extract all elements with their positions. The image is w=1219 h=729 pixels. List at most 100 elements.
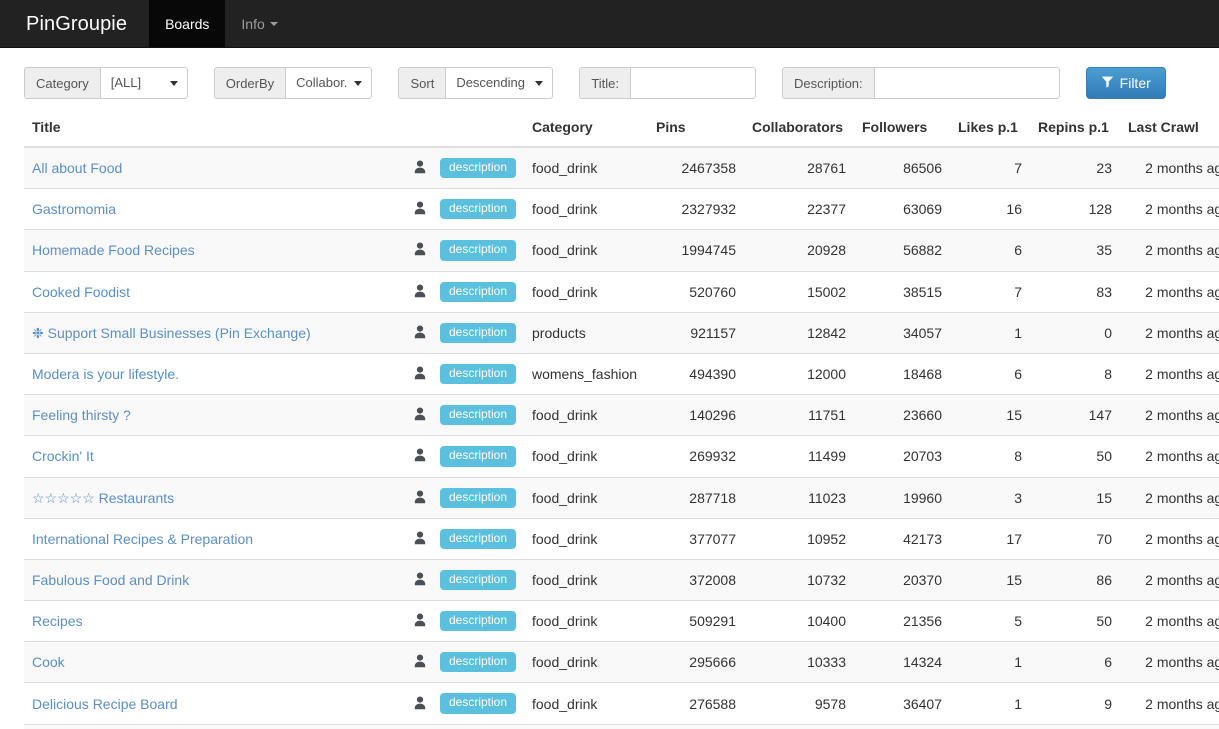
header-likes[interactable]: Likes p.1 bbox=[950, 109, 1030, 148]
icons-group: description bbox=[402, 446, 516, 467]
description-badge[interactable]: description bbox=[439, 405, 516, 426]
description-badge[interactable]: description bbox=[439, 611, 516, 632]
cell-category: other bbox=[524, 723, 648, 729]
description-search-input[interactable] bbox=[873, 67, 1060, 99]
board-title-link[interactable]: Homemade Food Recipes bbox=[32, 242, 195, 258]
cell-likes: 7 bbox=[950, 146, 1030, 189]
cell-pins: 1994745 bbox=[648, 229, 744, 272]
cell-likes: 1 bbox=[950, 682, 1030, 725]
cell-pins: 377077 bbox=[648, 517, 744, 560]
table-row: Fabulous Food and Drink description food_d… bbox=[24, 558, 1219, 601]
user-icon[interactable] bbox=[414, 613, 426, 629]
cell-collaborators: 12000 bbox=[744, 352, 854, 395]
nav-item-info[interactable]: Info bbox=[225, 0, 293, 47]
nav-item-boards[interactable]: Boards bbox=[149, 0, 226, 47]
user-icon[interactable] bbox=[414, 448, 426, 464]
user-icon[interactable] bbox=[414, 201, 426, 217]
header-followers[interactable]: Followers bbox=[854, 109, 950, 148]
cell-collaborators: 11751 bbox=[744, 394, 854, 436]
cell-icons: description bbox=[394, 723, 524, 729]
board-title-link[interactable]: Gastromomia bbox=[32, 201, 116, 217]
description-badge[interactable]: description bbox=[439, 363, 516, 385]
cell-likes: 7 bbox=[950, 270, 1030, 313]
cell-repins: 35 bbox=[1030, 229, 1120, 272]
user-icon[interactable] bbox=[414, 572, 426, 588]
user-icon[interactable] bbox=[414, 325, 426, 341]
description-badge[interactable]: description bbox=[439, 322, 516, 343]
board-title-link[interactable]: ❉ Support Small Businesses (Pin Exchange… bbox=[32, 325, 311, 341]
cell-last-crawl: 2 months ago bbox=[1120, 146, 1219, 189]
table-row: Feeling thirsty ? description food_drink 14… bbox=[24, 394, 1219, 436]
user-icon[interactable] bbox=[414, 160, 426, 176]
filter-button[interactable]: Filter bbox=[1085, 67, 1166, 99]
description-badge[interactable]: description bbox=[439, 446, 516, 467]
cell-likes: 8 bbox=[950, 435, 1030, 477]
cell-category: products bbox=[524, 311, 648, 354]
user-icon[interactable] bbox=[414, 407, 426, 423]
description-badge[interactable]: description bbox=[439, 281, 516, 302]
chevron-down-icon bbox=[169, 81, 178, 86]
header-category[interactable]: Category bbox=[524, 109, 648, 148]
cell-title: ☆☆☆☆☆ Restaurants bbox=[24, 476, 394, 519]
cell-category: food_drink bbox=[524, 517, 648, 560]
sort-select[interactable]: Descending bbox=[445, 67, 554, 99]
icons-group: description bbox=[402, 693, 516, 714]
user-icon[interactable] bbox=[414, 490, 426, 506]
description-badge[interactable]: description bbox=[439, 528, 516, 549]
cell-category: womens_fashion bbox=[524, 352, 648, 395]
orderby-select[interactable]: Collabor. bbox=[285, 67, 373, 99]
cell-repins: 0 bbox=[1030, 311, 1120, 354]
board-title-link[interactable]: Modera is your lifestyle. bbox=[32, 366, 179, 382]
description-badge[interactable]: description bbox=[439, 569, 516, 591]
description-badge[interactable]: description bbox=[439, 240, 516, 261]
cell-followers: 36407 bbox=[854, 682, 950, 725]
board-title-link[interactable]: Crockin' It bbox=[32, 448, 94, 464]
header-repins[interactable]: Repins p.1 bbox=[1030, 109, 1120, 148]
board-title-link[interactable]: Delicious Recipe Board bbox=[32, 696, 178, 712]
cell-category: food_drink bbox=[524, 270, 648, 313]
cell-collaborators: 9207 bbox=[744, 723, 854, 729]
table-row: All about Food description food_drink 24673… bbox=[24, 146, 1219, 189]
board-title-link[interactable]: Recipes bbox=[32, 613, 83, 629]
header-pins[interactable]: Pins bbox=[648, 109, 744, 148]
user-icon[interactable] bbox=[414, 531, 426, 547]
user-icon[interactable] bbox=[414, 242, 426, 258]
cell-icons: description bbox=[394, 352, 524, 395]
category-select-value: [ALL] bbox=[110, 74, 142, 90]
board-title-link[interactable]: ☆☆☆☆☆ Restaurants bbox=[32, 490, 174, 506]
user-icon[interactable] bbox=[414, 654, 426, 670]
table-row: ☆☆☆☆☆ Restaurants description food_drink 28… bbox=[24, 476, 1219, 519]
brand-logo[interactable]: PinGroupie bbox=[0, 0, 149, 47]
cell-likes: 1 bbox=[950, 723, 1030, 729]
board-title-link[interactable]: Cooked Foodist bbox=[32, 284, 130, 300]
board-title-link[interactable]: Cook bbox=[32, 654, 65, 670]
title-search-input[interactable] bbox=[630, 67, 757, 99]
header-last-crawl[interactable]: Last Crawl bbox=[1120, 109, 1219, 148]
user-icon[interactable] bbox=[414, 366, 426, 382]
description-badge[interactable]: description bbox=[439, 693, 516, 714]
sort-select-value: Descending bbox=[456, 74, 525, 90]
cell-pins: 140296 bbox=[648, 394, 744, 436]
cell-last-crawl: 2 months ago bbox=[1120, 311, 1219, 354]
board-title-link[interactable]: Feeling thirsty ? bbox=[32, 407, 131, 423]
category-select[interactable]: [ALL] bbox=[99, 67, 188, 99]
cell-last-crawl: 2 months ago bbox=[1120, 682, 1219, 725]
cell-category: food_drink bbox=[524, 476, 648, 519]
header-collaborators[interactable]: Collaborators bbox=[744, 109, 854, 148]
nav-item-boards-label: Boards bbox=[165, 15, 210, 32]
board-title-link[interactable]: Fabulous Food and Drink bbox=[32, 572, 189, 588]
user-icon[interactable] bbox=[414, 696, 426, 712]
description-badge[interactable]: description bbox=[439, 158, 516, 179]
page-container: Category [ALL] OrderBy Collabor. Sort De… bbox=[0, 48, 1219, 729]
cell-title: Cooked Foodist bbox=[24, 270, 394, 313]
header-title[interactable]: Title bbox=[24, 109, 394, 148]
board-title-link[interactable]: International Recipes & Preparation bbox=[32, 531, 253, 547]
cell-category: food_drink bbox=[524, 600, 648, 642]
board-title-link[interactable]: All about Food bbox=[32, 160, 122, 176]
table-row: ❉ Support Small Businesses (Pin Exchange… bbox=[24, 311, 1219, 354]
description-badge[interactable]: description bbox=[439, 199, 516, 220]
description-badge[interactable]: description bbox=[439, 652, 516, 673]
icons-group: description bbox=[402, 281, 516, 302]
description-badge[interactable]: description bbox=[439, 487, 516, 508]
user-icon[interactable] bbox=[414, 284, 426, 300]
